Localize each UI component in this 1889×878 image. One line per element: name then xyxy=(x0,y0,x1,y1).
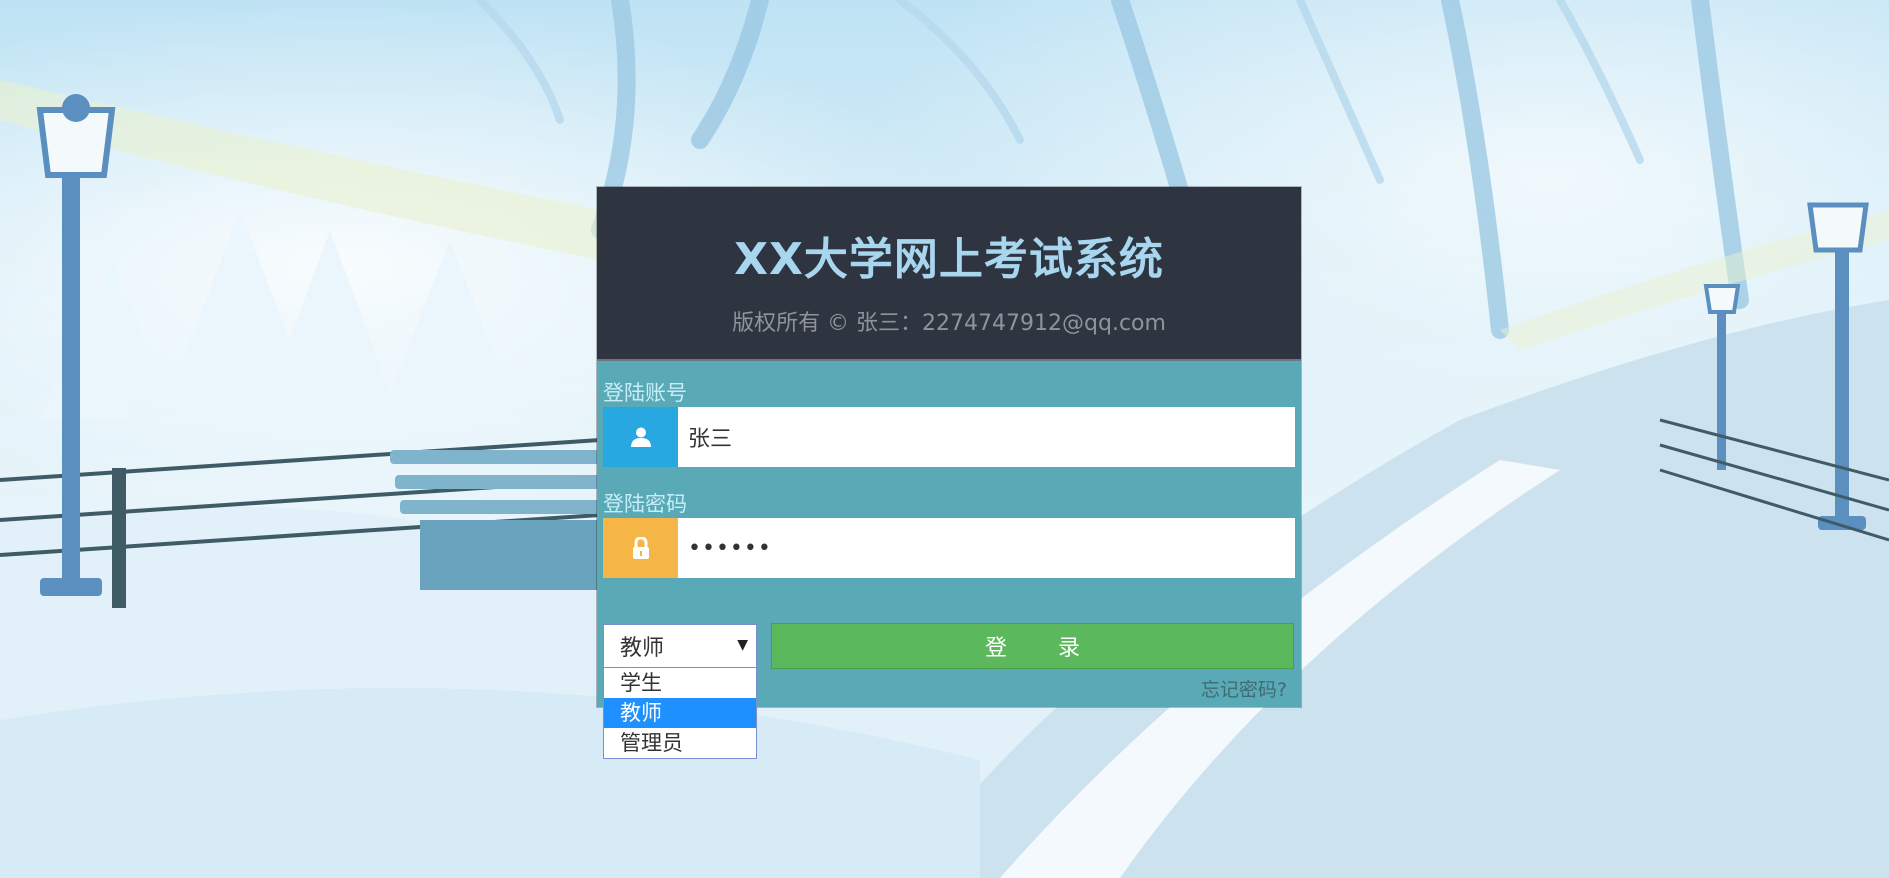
copyright-text: 版权所有 © 张三：2274747912@qq.com xyxy=(732,311,1166,336)
role-select-value: 教师 xyxy=(620,636,665,661)
account-label: 登陆账号 xyxy=(603,381,687,405)
login-button[interactable]: 登 录 xyxy=(771,623,1294,669)
forgot-password-link[interactable]: 忘记密码? xyxy=(1201,675,1287,702)
login-header: XX大学网上考试系统 版权所有 © 张三：2274747912@qq.com xyxy=(597,187,1301,361)
user-icon xyxy=(603,407,678,467)
password-label: 登陆密码 xyxy=(603,492,687,516)
password-field xyxy=(603,517,1295,579)
account-field xyxy=(603,406,1295,468)
password-input[interactable] xyxy=(678,517,1295,579)
dropdown-arrow-icon: ▼ xyxy=(737,637,748,653)
role-dropdown-list: 学生 教师 管理员 xyxy=(603,668,757,759)
role-select[interactable]: 教师 ▼ xyxy=(603,624,757,668)
page-title: XX大学网上考试系统 xyxy=(734,234,1164,285)
account-input[interactable] xyxy=(678,406,1295,468)
login-panel: XX大学网上考试系统 版权所有 © 张三：2274747912@qq.com 登… xyxy=(597,187,1301,759)
lock-icon xyxy=(603,518,678,578)
role-option-admin[interactable]: 管理员 xyxy=(604,728,756,758)
role-option-teacher[interactable]: 教师 xyxy=(604,698,756,728)
role-option-student[interactable]: 学生 xyxy=(604,668,756,698)
